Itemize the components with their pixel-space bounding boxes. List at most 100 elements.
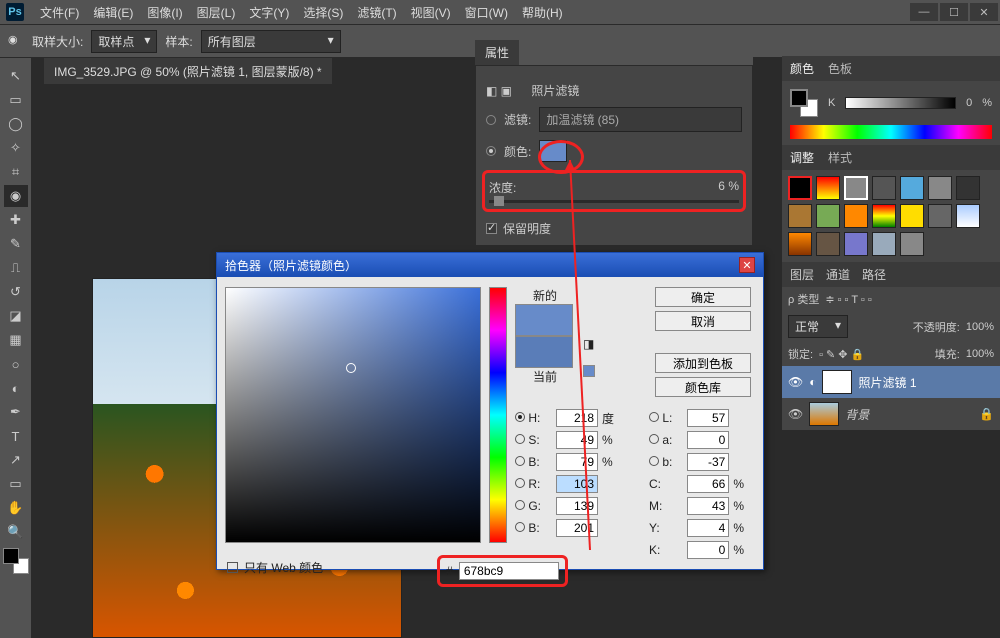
- menu-view[interactable]: 视图(V): [405, 4, 457, 21]
- a-radio[interactable]: [649, 434, 659, 444]
- color-fgbg[interactable]: [790, 89, 818, 117]
- path-select-tool[interactable]: ↗: [4, 449, 28, 471]
- type-tool[interactable]: T: [4, 425, 28, 447]
- b2-input[interactable]: [687, 453, 729, 471]
- style-swatch[interactable]: [844, 232, 868, 256]
- lasso-tool[interactable]: ◯: [4, 113, 28, 135]
- cube-icon[interactable]: ◨: [583, 337, 594, 351]
- style-swatch[interactable]: [816, 176, 840, 200]
- stamp-tool[interactable]: ⎍: [4, 257, 28, 279]
- color-ramp[interactable]: [790, 125, 992, 139]
- l-input[interactable]: [687, 409, 729, 427]
- preserve-lum-checkbox[interactable]: [486, 223, 497, 234]
- s-input[interactable]: [556, 431, 598, 449]
- wand-tool[interactable]: ✧: [4, 137, 28, 159]
- style-swatch[interactable]: [928, 204, 952, 228]
- style-swatch[interactable]: [844, 204, 868, 228]
- menu-file[interactable]: 文件(F): [34, 4, 85, 21]
- b2-radio[interactable]: [649, 456, 659, 466]
- minimize-button[interactable]: —: [910, 3, 938, 21]
- style-swatch[interactable]: [788, 204, 812, 228]
- shape-tool[interactable]: ▭: [4, 473, 28, 495]
- menu-edit[interactable]: 编辑(E): [87, 4, 139, 21]
- color-tab[interactable]: 颜色: [790, 60, 814, 77]
- layer-background[interactable]: 👁 背景 🔒: [782, 398, 1000, 430]
- density-slider[interactable]: [489, 200, 739, 203]
- adjust-tab[interactable]: 调整: [790, 149, 814, 166]
- r-input[interactable]: [556, 475, 598, 493]
- layer-thumb[interactable]: [809, 402, 839, 426]
- layer-photo-filter[interactable]: 👁 ◐ 照片滤镜 1: [782, 366, 1000, 398]
- color-swatch[interactable]: [539, 140, 567, 162]
- hex-input[interactable]: [459, 562, 559, 580]
- style-swatch[interactable]: [816, 204, 840, 228]
- dodge-tool[interactable]: ◐: [4, 377, 28, 399]
- menu-layer[interactable]: 图层(L): [191, 4, 242, 21]
- add-swatch-button[interactable]: 添加到色板: [655, 353, 751, 373]
- h-radio[interactable]: [515, 412, 525, 422]
- move-tool[interactable]: ↖: [4, 65, 28, 87]
- style-tab[interactable]: 样式: [828, 149, 852, 166]
- style-swatch[interactable]: [816, 232, 840, 256]
- style-swatch[interactable]: [900, 176, 924, 200]
- layers-tab[interactable]: 图层: [790, 266, 814, 283]
- layer-mask-thumb[interactable]: [822, 370, 852, 394]
- g-input[interactable]: [556, 497, 598, 515]
- bb-radio[interactable]: [515, 456, 525, 466]
- properties-tab[interactable]: 属性: [475, 40, 519, 65]
- l-radio[interactable]: [649, 412, 659, 422]
- eyedropper-tool[interactable]: ◉: [4, 185, 28, 207]
- cancel-button[interactable]: 取消: [655, 311, 751, 331]
- style-swatch[interactable]: [872, 232, 896, 256]
- pen-tool[interactable]: ✒: [4, 401, 28, 423]
- b-input[interactable]: [556, 519, 598, 537]
- gradient-tool[interactable]: ▦: [4, 329, 28, 351]
- k-slider[interactable]: [845, 97, 956, 109]
- fill-value[interactable]: 100%: [966, 348, 994, 360]
- sample-select[interactable]: 所有图层: [201, 30, 341, 53]
- a-input[interactable]: [687, 431, 729, 449]
- style-swatch[interactable]: [872, 176, 896, 200]
- blend-mode-select[interactable]: 正常: [788, 315, 848, 338]
- current-color-swatch[interactable]: [515, 336, 573, 368]
- close-button[interactable]: ✕: [970, 3, 998, 21]
- sample-size-select[interactable]: 取样点: [91, 30, 157, 53]
- filter-radio[interactable]: [486, 115, 496, 125]
- color-radio[interactable]: [486, 146, 496, 156]
- marquee-tool[interactable]: ▭: [4, 89, 28, 111]
- menu-help[interactable]: 帮助(H): [516, 4, 569, 21]
- zoom-tool[interactable]: 🔍: [4, 521, 28, 543]
- menu-select[interactable]: 选择(S): [297, 4, 349, 21]
- menu-window[interactable]: 窗口(W): [459, 4, 514, 21]
- c-input[interactable]: [687, 475, 729, 493]
- history-brush-tool[interactable]: ↺: [4, 281, 28, 303]
- visibility-icon[interactable]: 👁: [788, 375, 803, 389]
- filter-select[interactable]: 加温滤镜 (85): [539, 107, 742, 132]
- style-swatch[interactable]: [788, 176, 812, 200]
- maximize-button[interactable]: ☐: [940, 3, 968, 21]
- opacity-value[interactable]: 100%: [966, 321, 994, 333]
- r-radio[interactable]: [515, 478, 525, 488]
- blur-tool[interactable]: ○: [4, 353, 28, 375]
- m-input[interactable]: [687, 497, 729, 515]
- channels-tab[interactable]: 通道: [826, 266, 850, 283]
- menu-image[interactable]: 图像(I): [141, 4, 188, 21]
- picker-close-button[interactable]: ✕: [739, 257, 755, 273]
- eraser-tool[interactable]: ◪: [4, 305, 28, 327]
- style-swatch[interactable]: [956, 176, 980, 200]
- libraries-button[interactable]: 颜色库: [655, 377, 751, 397]
- crop-tool[interactable]: ⌗: [4, 161, 28, 183]
- heal-tool[interactable]: ✚: [4, 209, 28, 231]
- s-radio[interactable]: [515, 434, 525, 444]
- k-input[interactable]: [687, 541, 729, 559]
- saturation-value-field[interactable]: [225, 287, 481, 543]
- style-swatch[interactable]: [900, 204, 924, 228]
- style-swatch[interactable]: [900, 232, 924, 256]
- menu-filter[interactable]: 滤镜(T): [351, 4, 402, 21]
- b-radio[interactable]: [515, 522, 525, 532]
- websafe-swatch[interactable]: [583, 365, 595, 377]
- style-swatch[interactable]: [872, 204, 896, 228]
- g-radio[interactable]: [515, 500, 525, 510]
- paths-tab[interactable]: 路径: [862, 266, 886, 283]
- hue-slider[interactable]: [489, 287, 507, 543]
